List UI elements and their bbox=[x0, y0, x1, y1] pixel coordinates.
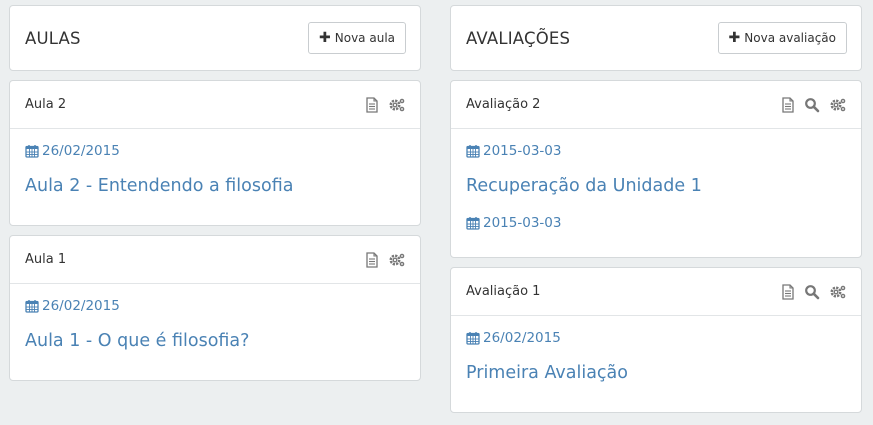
aula-date: 26/02/2015 bbox=[25, 141, 405, 161]
nova-avaliacao-label: Nova avaliação bbox=[744, 31, 836, 45]
avaliacao-second-date: 2015-03-03 bbox=[466, 213, 846, 233]
avaliacao-card: Avaliação 2 2015-03-03 Recuperação da Un… bbox=[450, 80, 862, 258]
nova-aula-label: Nova aula bbox=[334, 31, 395, 45]
avaliacao-date-text: 26/02/2015 bbox=[483, 330, 561, 346]
calendar-icon bbox=[466, 331, 480, 345]
search-icon[interactable] bbox=[804, 284, 820, 300]
avaliacao-card-title: Avaliação 2 bbox=[466, 97, 541, 112]
aula-card-header: Aula 2 bbox=[10, 81, 420, 129]
avaliacoes-section-title: AVALIAÇÕES bbox=[466, 28, 571, 48]
avaliacao-card-title: Avaliação 1 bbox=[466, 284, 541, 299]
calendar-icon bbox=[466, 144, 480, 158]
avaliacao-card-header: Avaliação 2 bbox=[451, 81, 861, 129]
aula-card-title: Aula 1 bbox=[25, 252, 67, 267]
aulas-header-panel: AULAS ✚ Nova aula bbox=[9, 5, 421, 71]
avaliacao-link[interactable]: Primeira Avaliação bbox=[466, 363, 846, 387]
aula-date-text: 26/02/2015 bbox=[42, 143, 120, 159]
nova-aula-button[interactable]: ✚ Nova aula bbox=[308, 22, 406, 54]
aula-card: Aula 2 26/02/2015 Aula 2 - Entendendo a … bbox=[9, 80, 421, 226]
avaliacao-card-header: Avaliação 1 bbox=[451, 268, 861, 316]
aula-card-title: Aula 2 bbox=[25, 97, 67, 112]
avaliacao-second-date-text: 2015-03-03 bbox=[483, 215, 562, 231]
document-icon[interactable] bbox=[781, 284, 795, 300]
aulas-section-title: AULAS bbox=[25, 28, 81, 48]
gears-icon[interactable] bbox=[388, 252, 406, 268]
aula-card: Aula 1 26/02/2015 Aula 1 - O que é filos… bbox=[9, 235, 421, 381]
gears-icon[interactable] bbox=[829, 97, 847, 113]
avaliacoes-header-panel: AVALIAÇÕES ✚ Nova avaliação bbox=[450, 5, 862, 71]
aula-link[interactable]: Aula 1 - O que é filosofia? bbox=[25, 331, 405, 355]
gears-icon[interactable] bbox=[829, 284, 847, 300]
aula-date: 26/02/2015 bbox=[25, 296, 405, 316]
aula-card-header: Aula 1 bbox=[10, 236, 420, 284]
calendar-icon bbox=[466, 216, 480, 230]
avaliacao-link[interactable]: Recuperação da Unidade 1 bbox=[466, 176, 846, 200]
document-icon[interactable] bbox=[365, 252, 379, 268]
aula-date-text: 26/02/2015 bbox=[42, 298, 120, 314]
avaliacao-date: 2015-03-03 bbox=[466, 141, 846, 161]
document-icon[interactable] bbox=[365, 97, 379, 113]
aula-link[interactable]: Aula 2 - Entendendo a filosofia bbox=[25, 176, 405, 200]
plus-icon: ✚ bbox=[728, 30, 741, 46]
avaliacao-date: 26/02/2015 bbox=[466, 328, 846, 348]
calendar-icon bbox=[25, 144, 39, 158]
nova-avaliacao-button[interactable]: ✚ Nova avaliação bbox=[717, 22, 847, 54]
search-icon[interactable] bbox=[804, 97, 820, 113]
plus-icon: ✚ bbox=[319, 30, 331, 46]
avaliacao-date-text: 2015-03-03 bbox=[483, 143, 562, 159]
gears-icon[interactable] bbox=[388, 97, 406, 113]
calendar-icon bbox=[25, 299, 39, 313]
avaliacao-card: Avaliação 1 26/02/2015 Primeira Avaliaçã… bbox=[450, 267, 862, 413]
document-icon[interactable] bbox=[781, 97, 795, 113]
